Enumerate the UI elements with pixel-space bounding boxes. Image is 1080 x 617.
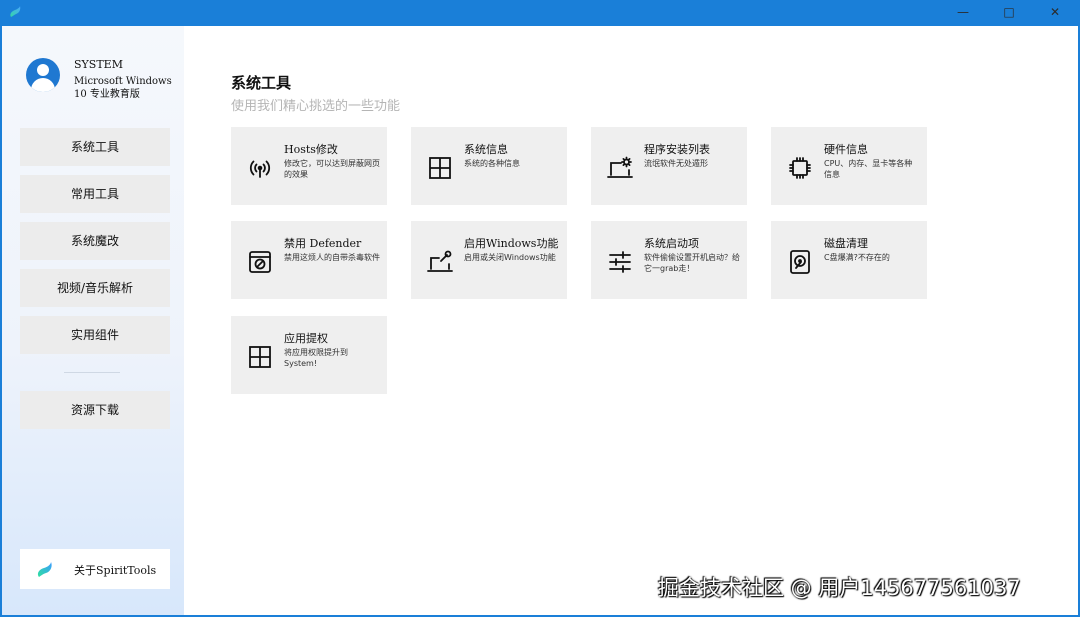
about-label: 关于SpiritTools xyxy=(74,564,157,577)
card-disk-cleanup[interactable]: 磁盘清理 C盘爆满?不存在的 xyxy=(771,221,927,299)
card-description: 软件偷偷设置开机启动？给它一grab走！ xyxy=(644,253,740,273)
blocked-window-icon xyxy=(249,251,271,273)
card-description: 启用或关闭Windows功能 xyxy=(464,253,556,262)
card-description: 流氓软件无处遁形 xyxy=(644,159,708,168)
card-description: 修改它，可以达到屏蔽网页的效果 xyxy=(284,159,380,179)
page-title: 系统工具 xyxy=(231,74,292,92)
sidebar: SYSTEM Microsoft Windows 10 专业教育版 系统工具 常… xyxy=(2,26,184,615)
minimize-button[interactable]: — xyxy=(940,0,986,26)
laptop-gear-icon xyxy=(607,156,633,178)
card-title: 应用提权 xyxy=(284,332,328,345)
sidebar-item-system-tools[interactable]: 系统工具 xyxy=(20,128,170,166)
maximize-button[interactable]: □ xyxy=(986,0,1032,26)
wifi-antenna-icon xyxy=(249,160,271,178)
card-title: 系统启动项 xyxy=(644,237,699,250)
laptop-wrench-icon xyxy=(427,250,453,272)
card-windows-features[interactable]: 启用Windows功能 启用或关闭Windows功能 xyxy=(411,221,567,299)
card-title: 硬件信息 xyxy=(824,143,868,156)
hard-disk-icon xyxy=(790,250,810,274)
title-bar: — □ ✕ xyxy=(0,0,1080,26)
card-title: 磁盘清理 xyxy=(824,237,868,250)
watermark: 掘金技术社区 @ 用户1456775610​37 xyxy=(658,576,1021,600)
card-title: 禁用 Defender xyxy=(284,237,362,250)
card-description: 禁用这烦人的自带杀毒软件 xyxy=(284,253,380,262)
card-hardware-info[interactable]: 硬件信息 CPU、内存、显卡等各种信息 xyxy=(771,127,927,205)
card-title: 程序安装列表 xyxy=(644,143,710,156)
sidebar-item-media-parser[interactable]: 视频/音乐解析 xyxy=(20,269,170,307)
card-disable-defender[interactable]: 禁用 Defender 禁用这烦人的自带杀毒软件 xyxy=(231,221,387,299)
windows-logo-icon xyxy=(429,157,451,179)
card-system-info[interactable]: 系统信息 系统的各种信息 xyxy=(411,127,567,205)
card-hosts[interactable]: Hosts修改 修改它，可以达到屏蔽网页的效果 xyxy=(231,127,387,205)
sidebar-item-common-tools[interactable]: 常用工具 xyxy=(20,175,170,213)
sliders-icon xyxy=(609,251,631,273)
about-button[interactable]: 关于SpiritTools xyxy=(20,549,170,589)
app-logo-icon xyxy=(10,6,21,17)
card-title: Hosts修改 xyxy=(284,143,338,156)
sidebar-item-system-mods[interactable]: 系统魔改 xyxy=(20,222,170,260)
windows-logo-icon xyxy=(249,346,271,368)
card-startup-items[interactable]: 系统启动项 软件偷偷设置开机启动？给它一grab走！ xyxy=(591,221,747,299)
sidebar-item-downloads[interactable]: 资源下载 xyxy=(20,391,170,429)
card-description: C盘爆满?不存在的 xyxy=(824,253,890,262)
spirittools-logo-icon xyxy=(37,562,52,577)
card-description: CPU、内存、显卡等各种信息 xyxy=(824,159,913,179)
card-privilege-elevation[interactable]: 应用提权 将应用权限提升到System! xyxy=(231,316,387,394)
sidebar-item-utilities[interactable]: 实用组件 xyxy=(20,316,170,354)
close-button[interactable]: ✕ xyxy=(1032,0,1078,26)
user-os-version: Microsoft Windows 10 专业教育版 xyxy=(74,76,172,100)
chip-icon xyxy=(789,157,811,179)
page-subtitle: 使用我们精心挑选的一些功能 xyxy=(231,99,401,114)
card-description: 将应用权限提升到System! xyxy=(284,348,348,368)
user-name: SYSTEM xyxy=(74,58,123,71)
user-avatar-icon xyxy=(26,58,60,92)
card-description: 系统的各种信息 xyxy=(464,159,520,168)
card-title: 启用Windows功能 xyxy=(464,237,559,250)
sidebar-divider xyxy=(64,372,120,373)
card-title: 系统信息 xyxy=(464,143,508,156)
card-installed-programs[interactable]: 程序安装列表 流氓软件无处遁形 xyxy=(591,127,747,205)
